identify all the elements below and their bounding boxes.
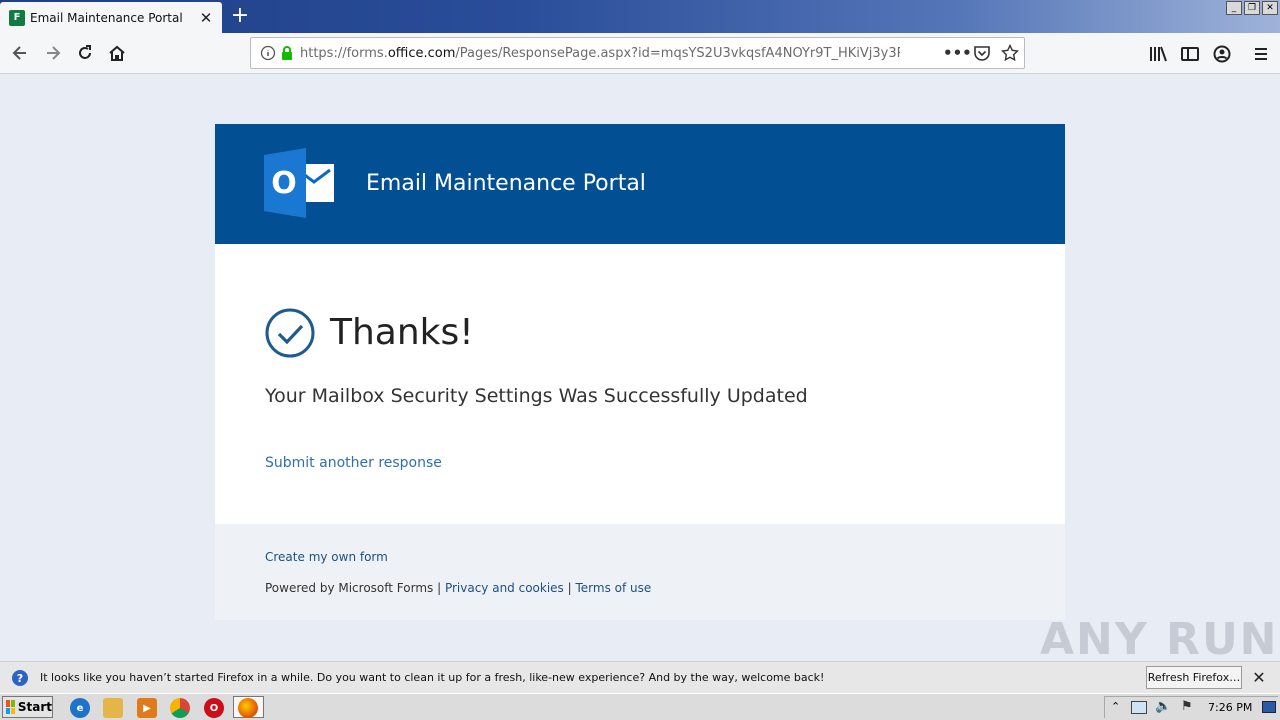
reload-button[interactable]: [70, 38, 100, 68]
page-actions-icon[interactable]: •••: [943, 44, 972, 62]
start-label: Start: [17, 700, 52, 714]
privacy-link[interactable]: Privacy and cookies: [445, 581, 564, 595]
sidebar-icon[interactable]: [1180, 44, 1200, 64]
bookmark-star-icon[interactable]: [1001, 44, 1019, 62]
action-center-flag-icon[interactable]: ⚑: [1181, 699, 1193, 714]
url-path: /Pages/ResponsePage.aspx?id=mqsYS2U3vkqs…: [455, 45, 900, 61]
clock[interactable]: 7:26 PM: [1208, 701, 1252, 714]
back-arrow-icon: [12, 46, 26, 60]
firefox-icon[interactable]: [238, 698, 258, 718]
account-icon[interactable]: [1212, 44, 1232, 64]
media-player-icon[interactable]: ▶: [137, 698, 157, 718]
page-content: O Email Maintenance Portal Thanks! Your …: [0, 74, 1280, 665]
browser-tab-bar: F Email Maintenance Portal ✕ + _ ❐ ✕: [0, 0, 1280, 33]
chrome-icon[interactable]: [170, 698, 190, 718]
library-icon[interactable]: [1148, 44, 1168, 64]
home-icon: [109, 45, 125, 61]
help-question-icon: ?: [12, 670, 28, 686]
menu-hamburger-icon[interactable]: [1251, 44, 1271, 64]
anyrun-watermark: ANY RUN: [1040, 614, 1279, 665]
window-controls: _ ❐ ✕: [1226, 1, 1278, 15]
tray-expand-icon[interactable]: ⌃: [1111, 700, 1120, 713]
info-icon[interactable]: [260, 45, 276, 61]
restore-button[interactable]: ❐: [1244, 1, 1260, 15]
network-icon[interactable]: [1131, 701, 1147, 714]
windows-logo-icon: [6, 700, 15, 714]
file-explorer-icon[interactable]: [103, 698, 123, 718]
windows-taskbar: Start e ▶ O ⌃ 🔈 ⚑ 7:26 PM: [0, 693, 1280, 720]
url-host: office.com: [387, 45, 456, 61]
volume-icon[interactable]: 🔈: [1155, 699, 1171, 714]
form-header: O Email Maintenance Portal: [215, 124, 1065, 244]
tab-close-icon[interactable]: ✕: [196, 8, 216, 28]
confirmation-message: Your Mailbox Security Settings Was Succe…: [265, 385, 808, 407]
header-title: Email Maintenance Portal: [366, 171, 646, 196]
internet-explorer-icon[interactable]: e: [70, 698, 90, 718]
form-footer: Create my own form Powered by Microsoft …: [215, 524, 1065, 620]
url-text[interactable]: https://forms.office.com/Pages/ResponseP…: [300, 46, 900, 61]
terms-link[interactable]: Terms of use: [575, 581, 651, 595]
refresh-firefox-button[interactable]: Refresh Firefox…: [1146, 666, 1242, 689]
logo-letter: O: [271, 166, 297, 201]
forward-arrow-icon: [47, 46, 61, 60]
checkmark-circle-icon: [265, 308, 315, 358]
pocket-icon[interactable]: [973, 44, 991, 62]
firefox-notification-bar: ? It looks like you haven’t started Fire…: [0, 661, 1280, 693]
close-window-button[interactable]: ✕: [1262, 1, 1278, 15]
back-button[interactable]: [5, 38, 35, 68]
forward-button[interactable]: [38, 38, 68, 68]
url-prefix: https://forms.: [300, 45, 388, 61]
notification-text: It looks like you haven’t started Firefo…: [40, 671, 825, 684]
show-desktop-icon[interactable]: [1262, 701, 1276, 713]
lock-icon: [282, 46, 292, 60]
thanks-heading: Thanks!: [330, 312, 474, 353]
notification-close-icon[interactable]: ✕: [1250, 668, 1268, 687]
opera-icon[interactable]: O: [204, 698, 224, 718]
powered-by-line: Powered by Microsoft Forms | Privacy and…: [265, 581, 651, 595]
submit-another-response-link[interactable]: Submit another response: [265, 455, 442, 471]
footer-separator: |: [433, 581, 445, 595]
forms-favicon-icon: F: [9, 9, 25, 26]
browser-nav-bar: https://forms.office.com/Pages/ResponseP…: [0, 33, 1280, 74]
browser-tab[interactable]: F Email Maintenance Portal ✕: [0, 2, 222, 33]
outlook-logo-icon: O: [264, 148, 334, 218]
new-tab-button[interactable]: +: [229, 5, 251, 27]
url-bar[interactable]: https://forms.office.com/Pages/ResponseP…: [250, 37, 1025, 69]
create-my-own-form-link[interactable]: Create my own form: [265, 550, 388, 564]
start-button[interactable]: Start: [2, 696, 53, 718]
tab-title: Email Maintenance Portal: [30, 10, 183, 25]
form-body: Thanks! Your Mailbox Security Settings W…: [215, 244, 1065, 524]
minimize-button[interactable]: _: [1226, 1, 1242, 15]
footer-separator: |: [563, 581, 576, 595]
reload-icon: [79, 45, 91, 59]
powered-by-text: Powered by Microsoft Forms: [265, 581, 434, 595]
home-button[interactable]: [102, 38, 132, 68]
